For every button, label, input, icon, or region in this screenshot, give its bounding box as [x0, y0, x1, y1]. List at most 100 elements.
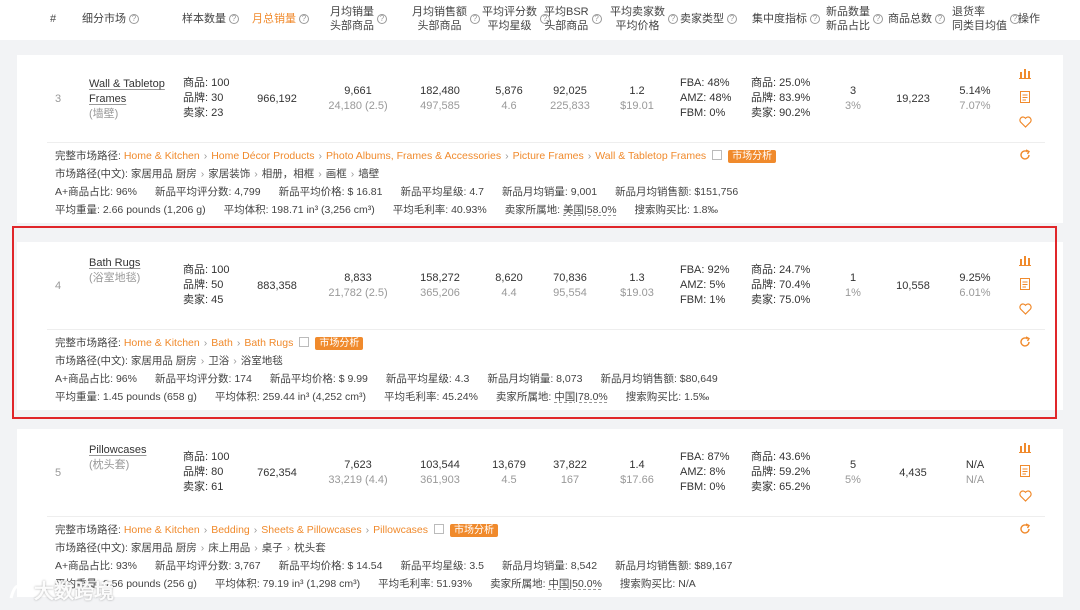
avg-sales-sub: 24,180 (2.5) [328, 100, 388, 112]
help-icon[interactable]: ? [873, 14, 883, 24]
stat-label: 平均体积: 198.71 in³ (3,256 cm³) [223, 204, 375, 216]
header-col-4: 月均销量 头部商品? [330, 5, 387, 33]
stat-item: 新品平均星级: 3.5 [400, 560, 484, 572]
header-col-7: 平均BSR 头部商品? [544, 5, 602, 33]
seller-type: AMZ: 48% [680, 92, 732, 104]
avg-bsr: 37,822 [553, 459, 587, 471]
external-link-icon[interactable] [712, 150, 723, 160]
help-icon[interactable]: ? [470, 14, 480, 24]
header-col-11: 新品数量 新品占比? [826, 5, 883, 33]
chart-icon[interactable] [1019, 441, 1031, 453]
help-icon[interactable]: ? [591, 14, 602, 24]
external-link-icon[interactable] [434, 524, 445, 534]
refresh-icon[interactable] [1019, 523, 1031, 535]
stat-item: 新品月均销量: 8,542 [501, 560, 598, 572]
stat-item: A+商品占比: 93% [55, 560, 137, 572]
help-icon[interactable]: ? [299, 14, 309, 24]
help-icon[interactable]: ? [377, 14, 387, 24]
avg-sellers-sub: $17.66 [620, 474, 654, 486]
document-icon[interactable] [1019, 465, 1031, 477]
sample-count: 商品: 100 [183, 77, 230, 89]
help-icon[interactable]: ? [810, 14, 820, 24]
seller-origin[interactable]: 美国|58.0% [563, 204, 617, 216]
help-icon[interactable]: ? [229, 14, 239, 24]
market-name[interactable]: Wall & Tabletop [89, 77, 165, 92]
concentration: 商品: 25.0% [751, 77, 811, 89]
new-pct: 3% [845, 100, 861, 112]
stat-label: 搜索购买比: N/A [619, 578, 696, 590]
stat-label: 卖家所属地: [490, 578, 549, 590]
path-separator: › [318, 168, 322, 180]
seller-origin[interactable]: 中国|50.0% [548, 578, 602, 590]
path-separator: › [587, 150, 592, 162]
path-separator: › [200, 168, 205, 180]
path-segment[interactable]: Home & Kitchen [124, 150, 200, 162]
physical-stats: 平均重量: 2.66 pounds (1,206 g) 平均体积: 198.71 … [55, 203, 736, 217]
help-icon[interactable]: ? [668, 14, 678, 24]
path-segment[interactable]: Picture Frames [513, 150, 584, 162]
market-analysis-button[interactable]: 市场分析 [728, 150, 777, 163]
header-col-9: 卖家类型? [680, 5, 737, 33]
watermark-logo-icon [9, 581, 33, 598]
chart-icon[interactable] [1019, 67, 1031, 79]
new-pct: 5% [845, 474, 861, 486]
market-path-cn-label: 市场路径(中文): [55, 168, 128, 180]
stat-item: 新品月均销售额: $89,167 [615, 560, 733, 572]
stat-label: 卖家所属地: [504, 204, 564, 216]
new-count: 3 [849, 85, 857, 97]
total-products: 4,435 [899, 467, 927, 479]
help-icon[interactable]: ? [935, 14, 945, 24]
path-separator: › [203, 524, 208, 536]
path-segment[interactable]: Home Décor Products [211, 150, 314, 162]
avg-revenue-sub: 361,903 [420, 474, 460, 486]
market-analysis-button[interactable]: 市场分析 [450, 524, 499, 537]
path-segment[interactable]: Wall & Tabletop Frames [595, 150, 706, 162]
header-col-3: 月总销量? [252, 5, 309, 33]
return-avg: 7.07% [959, 100, 991, 112]
path-cn-segment: 家居用品 厨房 [130, 168, 197, 180]
avg-sales-sub: 33,219 (4.4) [328, 474, 388, 486]
refresh-icon[interactable] [1019, 149, 1031, 161]
market-name-line2[interactable]: Frames [89, 92, 126, 107]
heart-icon[interactable] [1019, 116, 1032, 128]
path-segment[interactable]: Sheets & Pillowcases [261, 524, 361, 536]
market-path: 完整市场路径: Home & Kitchen › Bedding › Sheets & … [55, 523, 499, 537]
selected-row-highlight [12, 226, 1057, 419]
new-product-stats: A+商品占比: 96% 新品平均评分数: 4,799 新品平均价格: $ 16.81… [55, 185, 756, 199]
table-header: # 细分市场? 样本数量? 月总销量? 月均销量 头部商品? 月均销售额 头部商品? 平均评… [0, 0, 1080, 40]
market-name[interactable]: Pillowcases [89, 443, 146, 458]
return-rate: 5.14% [959, 85, 991, 97]
heart-icon[interactable] [1019, 490, 1032, 502]
stat-item: 搜索购买比: 1.8‰ [635, 204, 718, 216]
avg-revenue: 103,544 [420, 459, 460, 471]
stat-item: 平均毛利率: 40.93% [393, 204, 487, 216]
path-cn-segment: 床上用品 [208, 542, 251, 554]
header-col-0: # [50, 13, 57, 25]
return-avg: N/A [965, 474, 985, 486]
stat-item: 新品平均星级: 4.7 [400, 186, 484, 198]
market-name-cn: (墙壁) [89, 108, 119, 120]
header-col-10: 集中度指标? [752, 5, 820, 33]
path-segment[interactable]: Photo Albums, Frames & Accessories [326, 150, 501, 162]
path-separator: › [203, 150, 208, 162]
avg-bsr-sub: 225,833 [550, 100, 590, 112]
stat-item: A+商品占比: 96% [55, 186, 137, 198]
path-segment[interactable]: Pillowcases [373, 524, 428, 536]
path-segment[interactable]: Bedding [211, 524, 250, 536]
help-icon[interactable]: ? [727, 14, 737, 24]
header-col-14: 操作 [1018, 13, 1040, 25]
seller-type: AMZ: 8% [680, 466, 726, 478]
path-segment[interactable]: Home & Kitchen [124, 524, 200, 536]
row-index: 3 [55, 93, 62, 105]
stat-item: 平均毛利率: 51.93% [378, 578, 472, 590]
avg-sellers-sub: $19.01 [620, 100, 654, 112]
avg-reviews: 13,679 [492, 459, 526, 471]
market-path-cn: 市场路径(中文): 家居用品 厨房 › 床上用品 › 桌子 › 枕头套 [55, 541, 326, 555]
path-cn-segment: 枕头套 [294, 542, 326, 554]
help-icon[interactable]: ? [129, 14, 139, 24]
concentration: 品牌: 83.9% [751, 92, 811, 104]
avg-reviews-sub: 4.5 [501, 474, 517, 486]
document-icon[interactable] [1019, 91, 1031, 103]
header-col-1: 细分市场? [82, 5, 139, 33]
avg-sales: 7,623 [344, 459, 372, 471]
